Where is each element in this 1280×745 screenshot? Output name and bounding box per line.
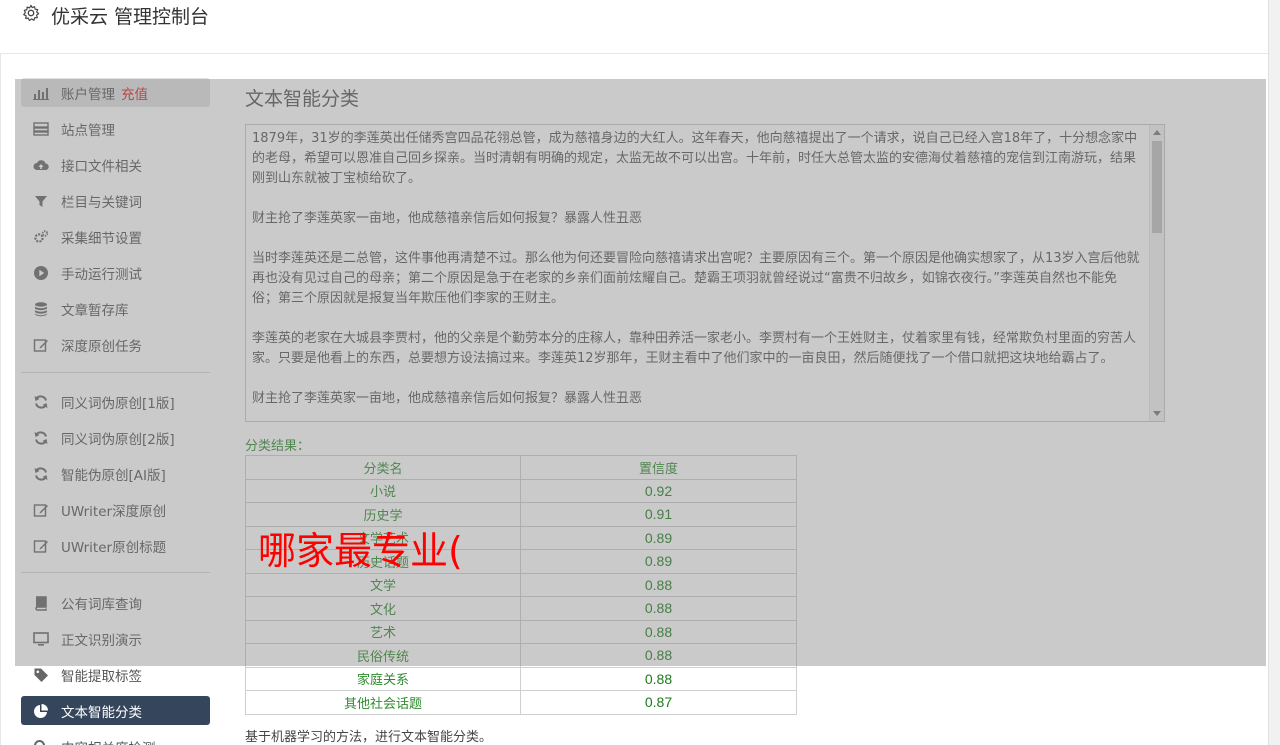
sidebar-item-label: 文本智能分类 [61,705,142,721]
gear-icon [23,4,40,22]
left-border [0,0,1,745]
top-header: 优采云 管理控制台 [0,0,1268,54]
confidence-cell: 0.88 [520,666,797,691]
sidebar-item-text-classification[interactable]: 文本智能分类 [21,696,210,725]
app-title: 优采云 管理控制台 [51,6,210,28]
category-cell: 其他社会话题 [245,690,521,715]
confidence-cell: 0.87 [520,690,797,715]
search-icon [34,740,45,745]
table-row: 家庭关系 0.88 [245,666,797,691]
sidebar-item-label: 内容相关度检测 [61,737,156,745]
overlay-red-text: 哪家最专业( [258,529,463,573]
sidebar-item-label: 智能提取标签 [61,669,142,685]
tag-icon [34,668,48,682]
gray-overlay [15,79,1266,666]
table-row: 其他社会话题 0.87 [245,690,797,715]
footer-description: 基于机器学习的方法，进行文本智能分类。 [245,730,493,745]
pie-chart-icon [34,704,48,718]
sidebar-item-relevance-check[interactable]: 内容相关度检测 [21,732,210,745]
category-cell: 家庭关系 [245,666,521,691]
page-scrollbar[interactable] [1268,0,1280,745]
